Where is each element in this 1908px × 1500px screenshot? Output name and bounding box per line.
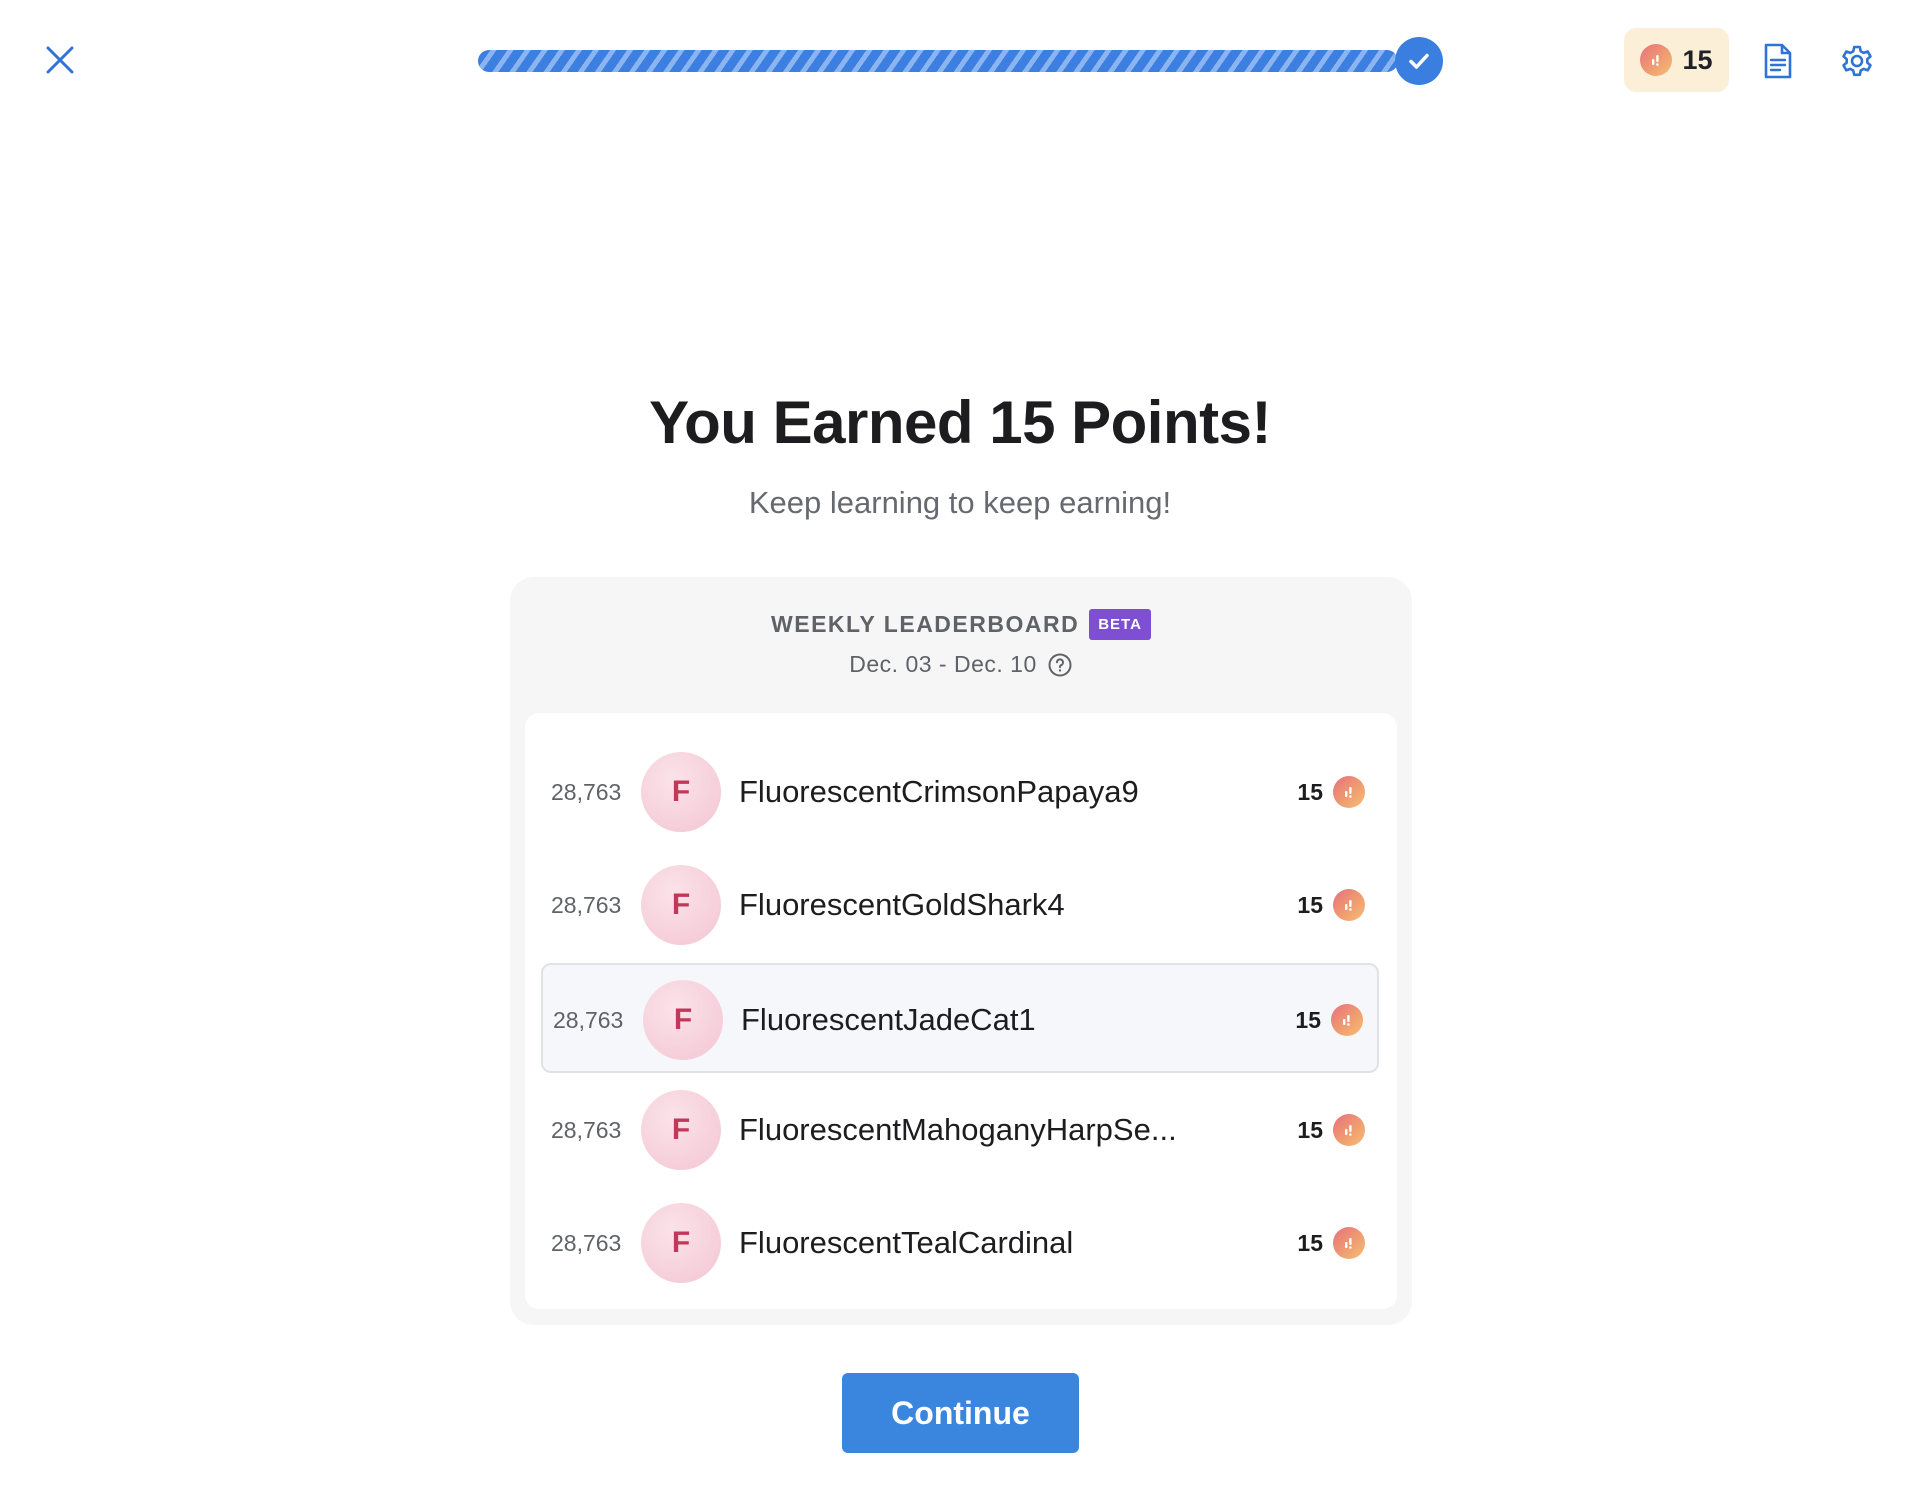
leaderboard-row: 28,763 F FluorescentCrimsonPapaya9 15 [541, 737, 1379, 847]
points-count: 15 [1682, 44, 1713, 75]
document-icon [1763, 43, 1793, 79]
score-value: 15 [1297, 778, 1323, 805]
score-value: 15 [1297, 1229, 1323, 1256]
page-title: You Earned 15 Points! [649, 389, 1271, 456]
score-value: 15 [1297, 891, 1323, 918]
question-circle-icon[interactable] [1047, 652, 1073, 678]
avatar: F [641, 865, 721, 945]
username: FluorescentJadeCat1 [741, 1002, 1036, 1037]
coin-icon [1333, 1227, 1365, 1259]
progress-bar [478, 50, 1398, 72]
check-icon [1395, 37, 1443, 85]
row-score: 15 [1295, 965, 1363, 1075]
gear-icon [1840, 44, 1874, 78]
username: FluorescentMahoganyHarpSe... [739, 1112, 1177, 1147]
close-button[interactable] [40, 40, 80, 80]
rank: 28,763 [553, 1007, 624, 1033]
username: FluorescentGoldShark4 [739, 887, 1065, 922]
leaderboard-row: 28,763 F FluorescentGoldShark4 15 [541, 850, 1379, 960]
avatar: F [641, 1203, 721, 1283]
leaderboard-row-current-user: 28,763 F FluorescentJadeCat1 15 [541, 963, 1379, 1073]
leaderboard-dates: Dec. 03 - Dec. 10 [510, 651, 1412, 678]
coin-icon [1333, 1114, 1365, 1146]
leaderboard-list: 28,763 F FluorescentCrimsonPapaya9 15 28… [525, 713, 1397, 1309]
notes-button[interactable] [1760, 42, 1796, 80]
score-value: 15 [1295, 1006, 1321, 1033]
date-range: Dec. 03 - Dec. 10 [849, 651, 1037, 677]
page-subtitle: Keep learning to keep earning! [748, 485, 1172, 520]
close-icon [45, 45, 75, 75]
coin-icon [1333, 776, 1365, 808]
score-value: 15 [1297, 1116, 1323, 1143]
coin-icon [1333, 889, 1365, 921]
coin-icon [1640, 44, 1673, 76]
continue-button[interactable]: Continue [842, 1373, 1079, 1453]
rank: 28,763 [551, 892, 622, 918]
settings-button[interactable] [1838, 42, 1876, 80]
coin-icon [1331, 1004, 1363, 1036]
points-badge[interactable]: 15 [1624, 28, 1729, 92]
row-score: 15 [1297, 737, 1365, 847]
leaderboard-card: WEEKLY LEADERBOARD BETA Dec. 03 - Dec. 1… [510, 577, 1412, 1325]
leaderboard-header: WEEKLY LEADERBOARD BETA [510, 609, 1412, 640]
rank: 28,763 [551, 779, 622, 805]
rank: 28,763 [551, 1117, 622, 1143]
avatar: F [643, 980, 723, 1060]
avatar: F [641, 1090, 721, 1170]
leaderboard-row: 28,763 F FluorescentMahoganyHarpSe... 15 [541, 1075, 1379, 1185]
rank: 28,763 [551, 1230, 622, 1256]
leaderboard-title: WEEKLY LEADERBOARD [771, 611, 1080, 637]
username: FluorescentTealCardinal [739, 1225, 1074, 1260]
row-score: 15 [1297, 1075, 1365, 1185]
avatar: F [641, 752, 721, 832]
row-score: 15 [1297, 1188, 1365, 1298]
beta-badge: BETA [1089, 609, 1151, 640]
leaderboard-row: 28,763 F FluorescentTealCardinal 15 [541, 1188, 1379, 1298]
row-score: 15 [1297, 850, 1365, 960]
username: FluorescentCrimsonPapaya9 [739, 774, 1139, 809]
